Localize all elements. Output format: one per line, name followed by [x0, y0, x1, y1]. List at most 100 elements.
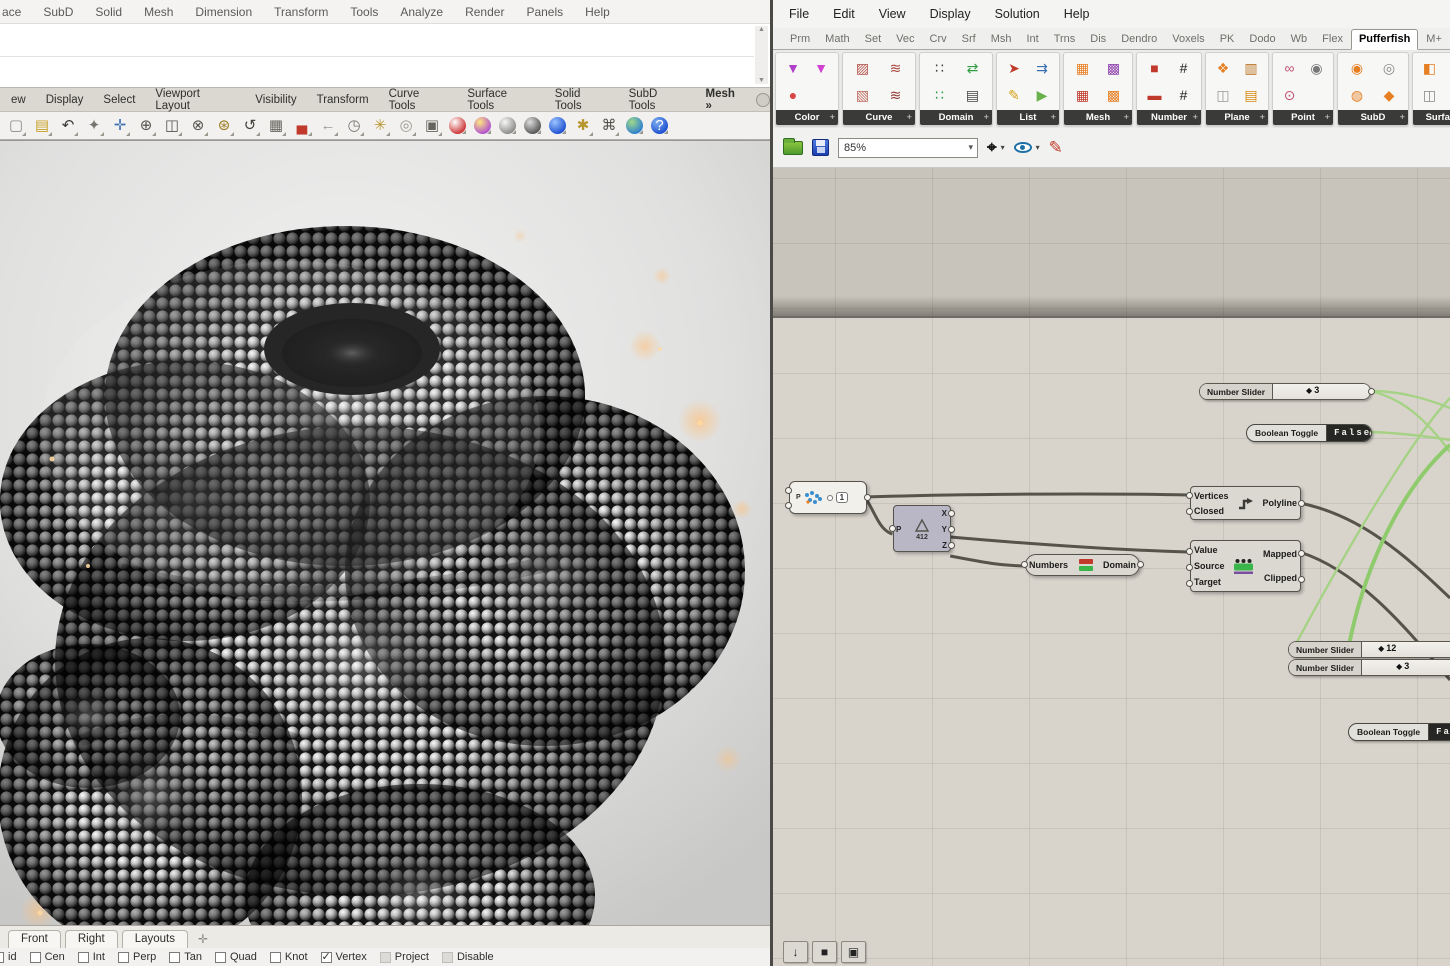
panel-expand-icon[interactable]: + [829, 112, 835, 123]
tab-transform[interactable]: Transform [308, 91, 378, 109]
checkbox-checked[interactable] [321, 952, 332, 963]
preview-dropdown-caret-icon[interactable]: ▾ [1036, 143, 1040, 152]
node-port[interactable] [1368, 388, 1375, 395]
checkbox[interactable] [169, 952, 180, 963]
globe-icon[interactable] [626, 117, 643, 134]
node-port[interactable] [1137, 561, 1144, 568]
menu-item[interactable]: Panels [526, 5, 563, 19]
zoom-extents-icon[interactable]: ⊗ [188, 116, 208, 136]
component-icon[interactable]: ◆ [1384, 88, 1395, 102]
component-icon[interactable]: ◧ [1423, 61, 1436, 75]
slider-knob[interactable]: 3 [1306, 385, 1319, 395]
node-port[interactable] [1186, 580, 1193, 587]
component-icon[interactable]: ▥ [1244, 61, 1257, 75]
zoom-icon[interactable]: ⊕ [136, 116, 156, 136]
menu-help[interactable]: Help [1064, 7, 1090, 21]
tab-crv[interactable]: Crv [923, 30, 954, 49]
save-file-icon[interactable] [812, 139, 829, 156]
panel-label[interactable]: Plane+ [1206, 110, 1268, 125]
osnap-quad[interactable]: Quad [215, 951, 257, 963]
component-icon[interactable]: ⇄ [967, 61, 979, 75]
panel-label[interactable]: List+ [997, 110, 1059, 125]
panel-expand-icon[interactable]: + [1399, 112, 1405, 123]
component-icon[interactable]: ▬ [1148, 88, 1162, 102]
component-icon[interactable]: ◎ [1383, 61, 1395, 75]
wire-deconstruct-to-remap-value[interactable] [950, 537, 1188, 552]
panel-label[interactable]: Point+ [1273, 110, 1333, 125]
node-port[interactable] [1298, 500, 1305, 507]
tab-flex[interactable]: Flex [1315, 30, 1350, 49]
zoom-target-icon[interactable]: ⊛ [214, 116, 234, 136]
node-port[interactable] [948, 542, 955, 549]
menu-item[interactable]: ace [2, 5, 21, 19]
component-icon[interactable]: ◍ [1351, 88, 1363, 102]
menu-item[interactable]: Mesh [144, 5, 173, 19]
explode-icon[interactable]: ✳ [370, 116, 390, 136]
osnap-int[interactable]: Int [78, 951, 105, 963]
remap-numbers-node[interactable]: Value Source Target Mapped Clipped [1190, 540, 1301, 592]
named-view-icon[interactable]: ▄ [292, 116, 312, 136]
checkbox[interactable] [78, 952, 89, 963]
slider-track[interactable]: 3 [1273, 384, 1370, 399]
osnap-disable[interactable]: Disable [442, 951, 494, 963]
zoom-extents-icon[interactable]: ⌖ [987, 138, 997, 158]
number-slider-node[interactable]: Number Slider 12 [1288, 641, 1450, 658]
osnap-cen[interactable]: Cen [30, 951, 65, 963]
undo-icon[interactable]: ↶ [58, 116, 78, 136]
sketch-pen-icon[interactable]: ✎ [1049, 138, 1063, 158]
menu-item[interactable]: Tools [350, 5, 378, 19]
tab-params[interactable]: Prm [783, 30, 817, 49]
populate-points-node[interactable]: P 1 [789, 481, 867, 514]
tab-surface-tools[interactable]: Surface Tools [458, 85, 543, 115]
osnap-project[interactable]: Project [380, 951, 429, 963]
component-icon[interactable]: ∞ [1285, 61, 1295, 75]
component-icon[interactable]: ◉ [1310, 61, 1322, 75]
menu-file[interactable]: File [789, 7, 809, 21]
node-port[interactable] [1298, 576, 1305, 583]
component-icon[interactable]: ▩ [1107, 88, 1120, 102]
panel-expand-icon[interactable]: + [1324, 112, 1330, 123]
move-icon[interactable]: ✛ [110, 116, 130, 136]
tab-mesh-overflow[interactable]: Mesh » [696, 85, 752, 115]
add-viewport-icon[interactable]: ✛ [192, 932, 214, 948]
tab-display[interactable]: Display [37, 91, 93, 109]
menu-item[interactable]: Help [585, 5, 610, 19]
node-port[interactable] [948, 510, 955, 517]
viewport-tab-layouts[interactable]: Layouts [122, 930, 188, 948]
slider-track[interactable]: 3 [1362, 660, 1450, 675]
panel-label[interactable]: Number+ [1137, 110, 1201, 125]
osnap-perp[interactable]: Perp [118, 951, 156, 963]
node-port[interactable] [1186, 508, 1193, 515]
menu-item[interactable]: Analyze [400, 5, 443, 19]
component-icon[interactable]: ◉ [1351, 61, 1363, 75]
tab-trns[interactable]: Trns [1047, 30, 1083, 49]
deconstruct-point-node[interactable]: P 412 X Y Z [893, 505, 951, 552]
node-port[interactable] [1186, 564, 1193, 571]
tab-solid-tools[interactable]: Solid Tools [546, 85, 618, 115]
component-icon[interactable]: ▦ [1076, 88, 1089, 102]
component-icon[interactable]: ▼ [814, 61, 828, 75]
panel-label[interactable]: Mesh+ [1064, 110, 1132, 125]
checkbox[interactable] [30, 952, 41, 963]
panel-expand-icon[interactable]: + [1259, 112, 1265, 123]
tab-select[interactable]: Select [94, 91, 144, 109]
panel-label[interactable]: Surface+ [1413, 110, 1450, 125]
command-scrollbar[interactable]: ▲ ▼ [755, 26, 768, 84]
component-icon[interactable]: ∷ [935, 61, 944, 75]
component-icon[interactable]: ■ [1150, 61, 1158, 75]
component-icon[interactable]: ⇉ [1036, 61, 1048, 75]
viewport-tab-front[interactable]: Front [8, 930, 61, 948]
tab-viewport-layout[interactable]: Viewport Layout [146, 85, 244, 115]
slider-track[interactable]: 12 [1362, 642, 1450, 657]
tab-dendro[interactable]: Dendro [1114, 30, 1164, 49]
node-port[interactable] [1186, 548, 1193, 555]
wire-polyline-out[interactable] [1300, 503, 1450, 598]
node-port[interactable] [1021, 561, 1028, 568]
preview-eye-icon[interactable] [1014, 142, 1032, 153]
component-icon[interactable]: # [1180, 88, 1188, 102]
history-icon[interactable]: ◷ [344, 116, 364, 136]
osnap-knot[interactable]: Knot [270, 951, 308, 963]
xray-view-icon[interactable] [524, 117, 541, 134]
component-icon[interactable]: ▨ [856, 61, 869, 75]
number-slider-node[interactable]: Number Slider 3 [1199, 383, 1371, 400]
